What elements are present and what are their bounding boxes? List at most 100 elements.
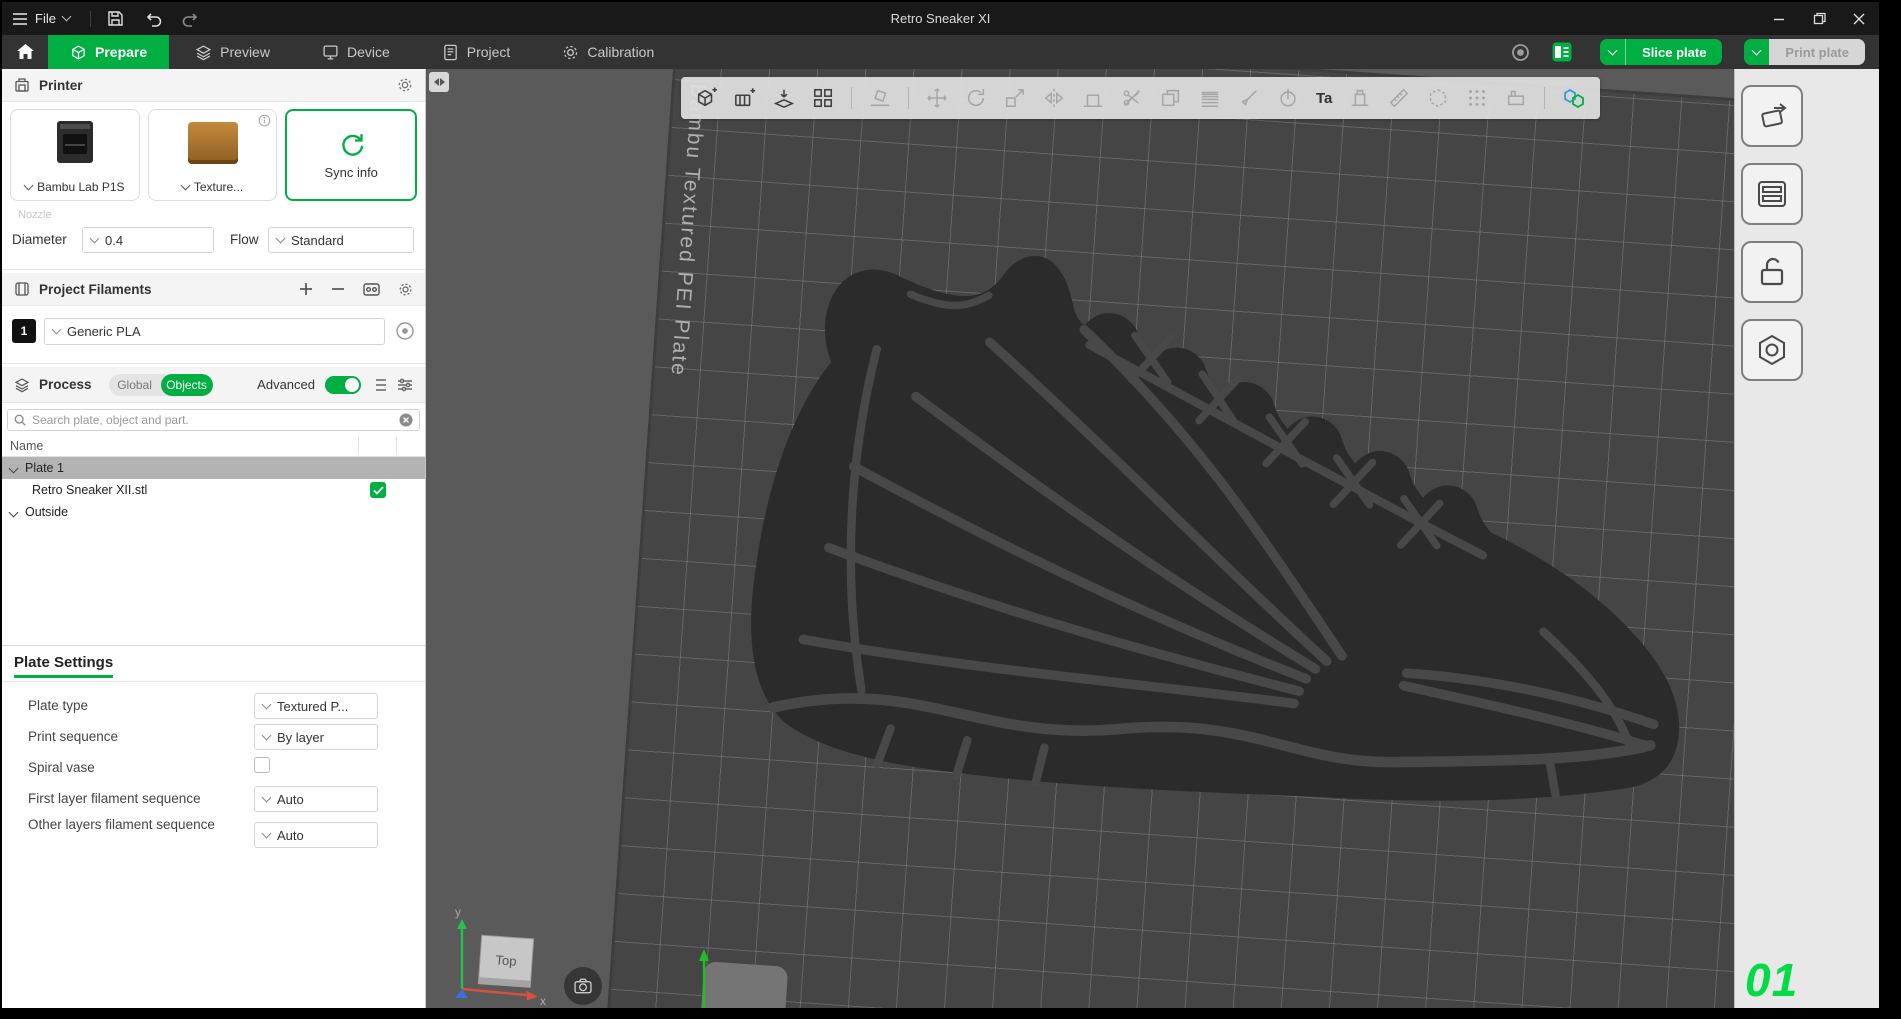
text-tool-icon[interactable]: Ta (1316, 90, 1332, 107)
print-dropdown-button[interactable] (1744, 39, 1769, 65)
calibration-gear-icon (562, 44, 579, 61)
printer-section-header: Printer (2, 69, 425, 102)
variable-layer-icon[interactable] (1199, 87, 1221, 109)
other-layers-seq-dropdown[interactable]: Auto (254, 822, 378, 848)
print-sequence-dropdown[interactable]: By layer (254, 724, 378, 750)
slice-dropdown-button[interactable] (1600, 39, 1625, 65)
tab-calibration[interactable]: Calibration (536, 35, 680, 69)
process-section-title: Process (39, 377, 92, 392)
x-axis-arrow (526, 991, 538, 1001)
plate-list-icon (1754, 176, 1790, 212)
scale-icon[interactable] (1004, 87, 1026, 109)
minimize-button[interactable] (1759, 2, 1799, 35)
clear-search-icon[interactable] (399, 413, 413, 427)
seam-paint-icon[interactable] (1277, 87, 1299, 109)
build-plate-card[interactable]: Texture... (148, 109, 278, 201)
home-button[interactable] (2, 35, 48, 69)
file-menu[interactable]: File (2, 2, 80, 35)
search-input[interactable] (32, 413, 393, 427)
plate-type-dropdown[interactable]: Textured P... (254, 693, 378, 719)
diameter-dropdown[interactable]: 0.4 (82, 227, 214, 253)
viewport-3d[interactable]: Bambu Textured PEI Plate (426, 69, 1734, 1008)
build-plate: Bambu Textured PEI Plate (595, 69, 1734, 1008)
sneaker-model[interactable] (649, 176, 1734, 908)
tree-row-model[interactable]: Retro Sneaker XII.stl (2, 479, 425, 501)
save-project-button[interactable] (101, 7, 131, 31)
spiral-vase-checkbox[interactable] (254, 757, 270, 773)
window-title: Retro Sneaker XI (2, 11, 1879, 26)
auto-orient-icon[interactable] (773, 87, 795, 109)
add-object-icon[interactable] (695, 87, 717, 109)
advanced-toggle[interactable] (325, 376, 361, 394)
lock-plate-button[interactable] (1741, 241, 1803, 303)
plate-panel-icon[interactable] (1552, 42, 1572, 62)
info-icon[interactable] (258, 114, 271, 127)
arrange-icon[interactable] (812, 87, 834, 109)
tree-row-outside[interactable]: Outside (2, 501, 425, 523)
pattern-icon[interactable] (1466, 87, 1488, 109)
tab-preview[interactable]: Preview (169, 35, 296, 69)
plate-select[interactable]: Texture... (149, 180, 277, 194)
flow-dropdown[interactable]: Standard (268, 227, 414, 253)
maximize-button[interactable] (1799, 2, 1839, 35)
slice-plate-button[interactable]: Slice plate (1625, 39, 1722, 65)
assembly-view-icon[interactable] (1562, 86, 1586, 110)
printer-thumbnail (51, 118, 99, 168)
snapshot-button[interactable] (564, 967, 602, 1005)
sync-icon (337, 130, 365, 158)
sync-info-button[interactable]: Sync info (285, 109, 417, 201)
tab-project[interactable]: Project (416, 35, 537, 69)
nav-cube[interactable]: Top (478, 935, 533, 988)
scope-objects[interactable]: Objects (161, 374, 213, 396)
remove-filament-icon[interactable] (331, 282, 345, 296)
move-icon[interactable] (926, 87, 948, 109)
tree-row-plate[interactable]: Plate 1 (2, 457, 425, 479)
close-button[interactable] (1839, 2, 1879, 35)
printer-name: Bambu Lab P1S (37, 180, 124, 194)
orient-flat-icon[interactable] (869, 87, 891, 109)
plate-number-badge: 01 (1745, 953, 1798, 1007)
print-plate-button[interactable]: Print plate (1769, 39, 1865, 65)
clone-icon[interactable] (1160, 87, 1182, 109)
filament-gear-icon[interactable] (398, 282, 413, 297)
first-layer-seq-dropdown[interactable]: Auto (254, 786, 378, 812)
support-paint-icon[interactable] (1238, 87, 1260, 109)
tree-outside-label: Outside (25, 505, 68, 519)
param-list-icon[interactable] (371, 378, 387, 392)
undo-button[interactable] (139, 7, 169, 31)
lay-flat-icon[interactable] (1082, 87, 1104, 109)
redo-button[interactable] (175, 7, 205, 31)
nav-gizmo[interactable]: y Top x (452, 905, 548, 1008)
filament-settings-icon[interactable] (395, 321, 415, 341)
mirror-icon[interactable] (1043, 87, 1065, 109)
sidebar-collapse-handle[interactable] (429, 72, 449, 92)
model-visibility-checkbox[interactable] (370, 482, 386, 498)
filament-section-icon (14, 281, 30, 297)
cut-icon[interactable] (1121, 87, 1143, 109)
rotate-icon[interactable] (965, 87, 987, 109)
measure-icon[interactable] (1388, 87, 1410, 109)
wipe-tower-icon[interactable] (1505, 87, 1527, 109)
hollow-icon[interactable] (1427, 87, 1449, 109)
emboss-icon[interactable] (1349, 87, 1371, 109)
ams-icon[interactable] (363, 282, 380, 297)
tab-prepare[interactable]: Prepare (48, 35, 169, 69)
auto-arrange-plate-button[interactable] (1741, 85, 1803, 147)
printer-settings-gear-icon[interactable] (397, 77, 413, 93)
tab-device[interactable]: Device (296, 35, 416, 69)
add-plate-icon[interactable] (734, 87, 756, 109)
add-filament-icon[interactable] (299, 282, 313, 296)
tab-label: Preview (220, 44, 270, 60)
scope-global[interactable]: Global (109, 374, 161, 396)
param-tune-icon[interactable] (397, 378, 413, 392)
plate-settings-button[interactable] (1741, 319, 1803, 381)
axis-y-label: y (455, 905, 461, 919)
hex-nut-icon (1754, 332, 1790, 368)
printer-select[interactable]: Bambu Lab P1S (11, 180, 139, 194)
timelapse-icon[interactable] (1511, 43, 1530, 62)
plate-list-button[interactable] (1741, 163, 1803, 225)
filament-slot-number[interactable]: 1 (12, 319, 36, 343)
filament-dropdown[interactable]: Generic PLA (44, 318, 385, 345)
search-icon (14, 414, 26, 426)
printer-card[interactable]: Bambu Lab P1S (10, 109, 140, 201)
